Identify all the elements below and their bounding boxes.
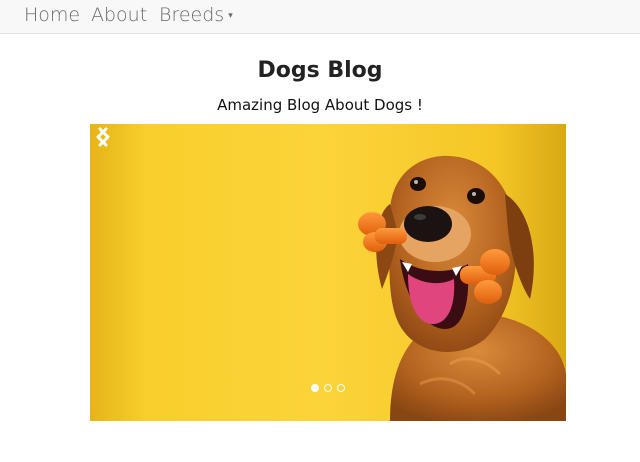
page-subtitle: Amazing Blog About Dogs ! [217,96,423,114]
carousel-indicator-3[interactable] [337,384,345,392]
navbar: Home About Breeds ▾ [0,0,640,34]
nav-about-link[interactable]: About [91,4,147,26]
image-carousel[interactable] [90,124,566,421]
caret-down-icon: ▾ [228,10,233,21]
carousel-indicator-2[interactable] [324,384,332,392]
nav-breeds-dropdown[interactable]: Breeds ▾ [159,4,233,26]
carousel-indicators [311,384,351,394]
carousel-next-chevron-icon[interactable] [90,124,116,150]
carousel-slide-image [90,124,566,421]
nav-breeds-label: Breeds [159,4,225,26]
carousel-indicator-1[interactable] [311,384,319,392]
page-title: Dogs Blog [257,58,383,83]
nav-home-link[interactable]: Home [24,4,80,26]
